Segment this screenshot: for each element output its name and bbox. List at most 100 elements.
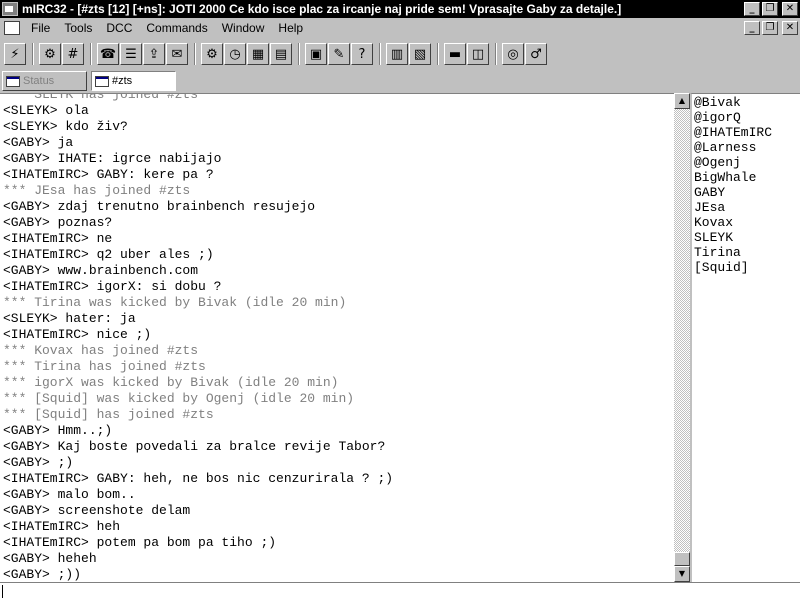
chat-message-line: <GABY> heheh	[3, 551, 97, 566]
chat-lines: *** SLEYK has joined #zts <SLEYK> ola <SLE…	[3, 93, 671, 582]
nick-item[interactable]: SLEYK	[694, 230, 772, 245]
nick-entries: @Bivak @igorQ @IHATEmIRC @Larness @Ogenj BigW…	[694, 95, 772, 275]
chat-message-line: <GABY> zdaj trenutno brainbench resujejo	[3, 199, 316, 214]
nick-item[interactable]: JEsa	[694, 200, 772, 215]
toolbar-separator	[90, 43, 92, 65]
chat-message-line: <GABY> Hmm..;)	[3, 423, 113, 438]
tile-icon[interactable]: ▥	[386, 43, 408, 65]
chat-event-line: *** [Squid] has joined #zts	[3, 407, 214, 422]
address-book-icon[interactable]: ☎	[97, 43, 119, 65]
scroll-up-button[interactable]: ▲	[674, 93, 690, 109]
chat-message-line: <SLEYK> hater: ja	[3, 311, 136, 326]
notify-icon[interactable]: ▦	[247, 43, 269, 65]
script-editor-icon[interactable]: ✎	[328, 43, 350, 65]
timer-icon[interactable]: ◷	[224, 43, 246, 65]
chat-pane[interactable]: *** SLEYK has joined #zts <SLEYK> ola <SLE…	[0, 93, 674, 582]
connect-icon[interactable]: ⚡	[4, 43, 26, 65]
nick-item[interactable]: @Larness	[694, 140, 772, 155]
tab-status[interactable]: Status	[2, 71, 87, 91]
channel-window-icon	[95, 75, 109, 87]
menu-help[interactable]: Help	[271, 21, 310, 35]
chat-message-line: <IHATEmIRC> ne	[3, 231, 113, 246]
chat-message-line: <IHATEmIRC> heh	[3, 519, 121, 534]
menu-bar: File Tools DCC Commands Window Help _ ❐ …	[0, 18, 800, 38]
nick-item[interactable]: Tirina	[694, 245, 772, 260]
channel-window-icon[interactable]	[4, 21, 20, 35]
log-icon[interactable]: ▣	[305, 43, 327, 65]
menu-file[interactable]: File	[24, 21, 57, 35]
chat-message-line: <GABY> www.brainbench.com	[3, 263, 199, 278]
close-button[interactable]: ✕	[782, 2, 798, 16]
mdi-restore-button[interactable]: ❐	[762, 21, 778, 35]
toolbar-separator	[379, 43, 381, 65]
chat-message-line: <SLEYK> kdo živ?	[3, 119, 128, 134]
text-caret	[2, 585, 3, 598]
nick-item[interactable]: Kovax	[694, 215, 772, 230]
nick-item[interactable]: [Squid]	[694, 260, 772, 275]
chat-message-line: <IHATEmIRC> igorX: si dobu ?	[3, 279, 222, 294]
chat-message-line: <GABY> screenshote delam	[3, 503, 191, 518]
mdi-controls: _ ❐ ✕	[744, 21, 800, 35]
urls-icon[interactable]: ▤	[270, 43, 292, 65]
channels-folder-icon[interactable]: #	[62, 43, 84, 65]
channel-list-icon[interactable]: ☰	[120, 43, 142, 65]
menu-window[interactable]: Window	[215, 21, 272, 35]
nick-item[interactable]: GABY	[694, 185, 772, 200]
menu-commands[interactable]: Commands	[139, 21, 214, 35]
minimize-button[interactable]: _	[744, 2, 760, 16]
scroll-down-button[interactable]: ▼	[674, 566, 690, 582]
chat-message-line: <IHATEmIRC> nice ;)	[3, 327, 152, 342]
send-file-icon[interactable]: ⇪	[143, 43, 165, 65]
editbox[interactable]	[0, 582, 800, 600]
chat-message-line: <IHATEmIRC> GABY: kere pa ?	[3, 167, 214, 182]
scroll-thumb[interactable]	[674, 552, 690, 566]
window-title: mIRC32 - [#zts [12] [+ns]: JOTI 2000 Ce …	[22, 2, 622, 16]
chat-message-line: <GABY> IHATE: igrce nabijajo	[3, 151, 222, 166]
message-input[interactable]	[0, 583, 800, 600]
chat-icon[interactable]: ✉	[166, 43, 188, 65]
help-icon[interactable]: ?	[351, 43, 373, 65]
toolbar-separator	[437, 43, 439, 65]
chat-event-line: *** Tirina was kicked by Bivak (idle 20 …	[3, 295, 347, 310]
mdi-minimize-button[interactable]: _	[744, 21, 760, 35]
windows-icon[interactable]: ◫	[467, 43, 489, 65]
sound-icon[interactable]: ◎	[502, 43, 524, 65]
tab-channel-zts[interactable]: #zts	[91, 71, 176, 91]
chat-event-line: *** Kovax has joined #zts	[3, 343, 199, 358]
dcc-options-icon[interactable]: ⚙	[201, 43, 223, 65]
menu-tools[interactable]: Tools	[57, 21, 99, 35]
chat-scrollbar[interactable]: ▲ ▼	[674, 93, 690, 582]
title-bar: mIRC32 - [#zts [12] [+ns]: JOTI 2000 Ce …	[0, 0, 800, 18]
arrange-icon[interactable]: ▬	[444, 43, 466, 65]
chat-message-line: <GABY> Kaj boste povedali za bralce revi…	[3, 439, 386, 454]
about-icon[interactable]: ♂	[525, 43, 547, 65]
chat-message-line: <SLEYK> ola	[3, 103, 89, 118]
restore-button[interactable]: ❐	[762, 2, 778, 16]
nick-item[interactable]: @Bivak	[694, 95, 772, 110]
cascade-icon[interactable]: ▧	[409, 43, 431, 65]
nick-item[interactable]: BigWhale	[694, 170, 772, 185]
chat-message-line: <IHATEmIRC> potem pa bom pa tiho ;)	[3, 535, 277, 550]
toolbar-separator	[298, 43, 300, 65]
tab-channel-label: #zts	[112, 75, 133, 87]
toolbar-separator	[495, 43, 497, 65]
options-icon[interactable]: ⚙	[39, 43, 61, 65]
chat-message-line: <GABY> poznas?	[3, 215, 113, 230]
switchbar: Status #zts	[0, 70, 800, 92]
mirc-app-icon[interactable]	[2, 2, 18, 16]
tab-status-label: Status	[23, 75, 55, 87]
chat-event-line: *** Tirina has joined #zts	[3, 359, 206, 374]
chat-message-line: <GABY> ;))	[3, 567, 82, 582]
chat-message-line: <GABY> malo bom..	[3, 487, 136, 502]
menu-dcc[interactable]: DCC	[99, 21, 139, 35]
chat-event-line: *** SLEYK has joined #zts	[3, 93, 199, 102]
nick-item[interactable]: @Ogenj	[694, 155, 772, 170]
chat-message-line: <GABY> ;)	[3, 455, 74, 470]
chat-event-line: *** [Squid] was kicked by Ogenj (idle 20…	[3, 391, 355, 406]
chat-message-line: <GABY> ja	[3, 135, 74, 150]
nick-item[interactable]: @IHATEmIRC	[694, 125, 772, 140]
mdi-close-button[interactable]: ✕	[782, 21, 798, 35]
nick-list[interactable]: @Bivak @igorQ @IHATEmIRC @Larness @Ogenj BigW…	[690, 93, 800, 582]
toolbar-separator	[32, 43, 34, 65]
nick-item[interactable]: @igorQ	[694, 110, 772, 125]
